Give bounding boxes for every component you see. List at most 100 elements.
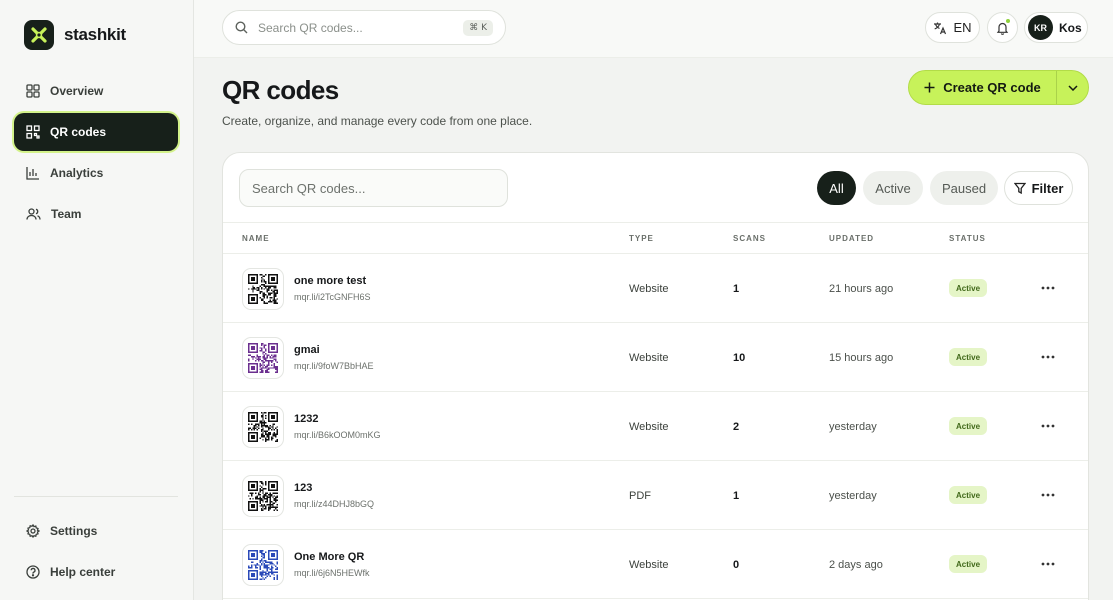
column-header-status[interactable]: STATUS bbox=[949, 234, 986, 243]
row-actions-button[interactable] bbox=[1037, 347, 1059, 367]
notification-dot bbox=[1005, 18, 1011, 24]
qr-code-icon bbox=[248, 343, 278, 373]
table-row[interactable]: gmai mqr.li/9foW7BbHAE Website 10 15 hours a… bbox=[223, 323, 1088, 392]
sidebar-item-label: Help center bbox=[50, 565, 116, 579]
filter-tab-paused[interactable]: Paused bbox=[930, 171, 998, 205]
page-subtitle: Create, organize, and manage every code … bbox=[222, 114, 533, 128]
qr-thumbnail[interactable] bbox=[242, 406, 284, 448]
filter-button[interactable]: Filter bbox=[1004, 171, 1073, 205]
qr-updated: 15 hours ago bbox=[829, 352, 894, 364]
table-row[interactable]: 123 mqr.li/z44DHJ8bGQ PDF 1 yesterday Active bbox=[223, 461, 1088, 530]
qr-updated: 21 hours ago bbox=[829, 283, 894, 295]
qr-scans: 1 bbox=[733, 490, 740, 502]
filter-tab-active[interactable]: Active bbox=[863, 171, 923, 205]
column-header-name[interactable]: NAME bbox=[242, 234, 270, 243]
qr-type: Website bbox=[629, 559, 669, 571]
table-row[interactable]: One More QR mqr.li/6j6N5HEWfk Website 0 2 da… bbox=[223, 530, 1088, 599]
qr-short-url[interactable]: mqr.li/9foW7BbHAE bbox=[294, 361, 374, 371]
qr-scans: 2 bbox=[733, 421, 740, 433]
stashkit-logo-icon bbox=[24, 20, 54, 50]
status-badge: Active bbox=[949, 417, 988, 435]
qr-scans: 10 bbox=[733, 352, 746, 364]
table-search[interactable]: Search QR codes... bbox=[239, 169, 508, 207]
sidebar-item-label: QR codes bbox=[50, 125, 107, 139]
sidebar-item-label: Overview bbox=[50, 84, 104, 98]
language-label: EN bbox=[953, 20, 972, 35]
table-row[interactable]: one more test mqr.li/i2TcGNFH6S Website 1 21… bbox=[223, 254, 1088, 323]
grid-icon bbox=[26, 84, 40, 98]
brand[interactable]: stashkit bbox=[24, 20, 126, 50]
status-badge: Active bbox=[949, 279, 988, 297]
table-header: NAME TYPE SCANS UPDATED STATUS bbox=[223, 222, 1088, 254]
sidebar-item-settings[interactable]: Settings bbox=[14, 512, 178, 550]
more-horizontal-icon bbox=[1041, 355, 1055, 359]
search-icon bbox=[235, 21, 248, 34]
qr-updated: yesterday bbox=[829, 490, 877, 502]
brand-name: stashkit bbox=[64, 25, 126, 44]
qr-icon bbox=[26, 125, 40, 139]
table-search-input[interactable]: Search QR codes... bbox=[252, 181, 365, 196]
user-menu-button[interactable]: KR Kos bbox=[1024, 12, 1088, 43]
sidebar-item-label: Team bbox=[51, 207, 82, 221]
language-button[interactable]: EN bbox=[925, 12, 980, 43]
qr-name[interactable]: 1232 bbox=[294, 413, 318, 425]
qr-codes-card: Search QR codes... All Active Paused Fil… bbox=[222, 152, 1089, 600]
global-search-input[interactable]: Search QR codes... bbox=[258, 21, 453, 35]
qr-short-url[interactable]: mqr.li/z44DHJ8bGQ bbox=[294, 499, 374, 509]
qr-thumbnail[interactable] bbox=[242, 475, 284, 517]
row-actions-button[interactable] bbox=[1037, 278, 1059, 298]
column-header-scans[interactable]: SCANS bbox=[733, 234, 766, 243]
row-actions-button[interactable] bbox=[1037, 485, 1059, 505]
help-icon bbox=[26, 565, 40, 579]
qr-thumbnail[interactable] bbox=[242, 268, 284, 310]
qr-scans: 1 bbox=[733, 283, 740, 295]
sidebar-item-label: Analytics bbox=[50, 166, 104, 180]
bar-chart-icon bbox=[26, 167, 39, 180]
qr-name[interactable]: one more test bbox=[294, 275, 366, 287]
more-horizontal-icon bbox=[1041, 493, 1055, 497]
qr-type: Website bbox=[629, 283, 669, 295]
notifications-button[interactable] bbox=[987, 12, 1018, 43]
sidebar-item-analytics[interactable]: Analytics bbox=[14, 154, 178, 192]
filter-button-label: Filter bbox=[1031, 180, 1064, 196]
column-header-updated[interactable]: UPDATED bbox=[829, 234, 874, 243]
qr-code-icon bbox=[248, 412, 278, 442]
qr-thumbnail[interactable] bbox=[242, 544, 284, 586]
qr-name[interactable]: 123 bbox=[294, 482, 312, 494]
create-qr-split-button: Create QR code bbox=[908, 70, 1089, 105]
qr-type: Website bbox=[629, 352, 669, 364]
qr-type: PDF bbox=[629, 490, 651, 502]
sidebar-item-help-center[interactable]: Help center bbox=[14, 553, 178, 591]
qr-type: Website bbox=[629, 421, 669, 433]
sidebar-item-qr-codes[interactable]: QR codes bbox=[14, 113, 178, 151]
row-actions-button[interactable] bbox=[1037, 554, 1059, 574]
row-actions-button[interactable] bbox=[1037, 416, 1059, 436]
more-horizontal-icon bbox=[1041, 424, 1055, 428]
qr-name[interactable]: gmai bbox=[294, 344, 320, 356]
qr-updated: yesterday bbox=[829, 421, 877, 433]
sidebar-divider bbox=[14, 496, 178, 497]
filter-tab-all[interactable]: All bbox=[817, 171, 856, 205]
sidebar-nav: Overview QR codes Analytics Team bbox=[14, 72, 178, 236]
gear-icon bbox=[26, 524, 40, 538]
create-options-dropdown[interactable] bbox=[1056, 71, 1088, 104]
table-row[interactable]: 1232 mqr.li/B6kOOM0mKG Website 2 yesterday Ac… bbox=[223, 392, 1088, 461]
qr-code-icon bbox=[248, 481, 278, 511]
sidebar-item-label: Settings bbox=[50, 524, 98, 538]
global-search[interactable]: Search QR codes... ⌘ K bbox=[222, 10, 506, 45]
avatar: KR bbox=[1028, 15, 1053, 40]
sidebar-item-team[interactable]: Team bbox=[14, 195, 178, 233]
users-icon bbox=[26, 208, 41, 220]
search-shortcut-badge: ⌘ K bbox=[463, 19, 493, 36]
column-header-type[interactable]: TYPE bbox=[629, 234, 654, 243]
user-name: Kos bbox=[1059, 20, 1082, 35]
create-qr-button[interactable]: Create QR code bbox=[909, 71, 1056, 104]
qr-short-url[interactable]: mqr.li/B6kOOM0mKG bbox=[294, 430, 381, 440]
qr-name[interactable]: One More QR bbox=[294, 551, 364, 563]
qr-short-url[interactable]: mqr.li/6j6N5HEWfk bbox=[294, 568, 370, 578]
page-title: QR codes bbox=[222, 75, 339, 105]
qr-thumbnail[interactable] bbox=[242, 337, 284, 379]
sidebar-item-overview[interactable]: Overview bbox=[14, 72, 178, 110]
qr-short-url[interactable]: mqr.li/i2TcGNFH6S bbox=[294, 292, 371, 302]
plus-icon bbox=[924, 82, 935, 93]
